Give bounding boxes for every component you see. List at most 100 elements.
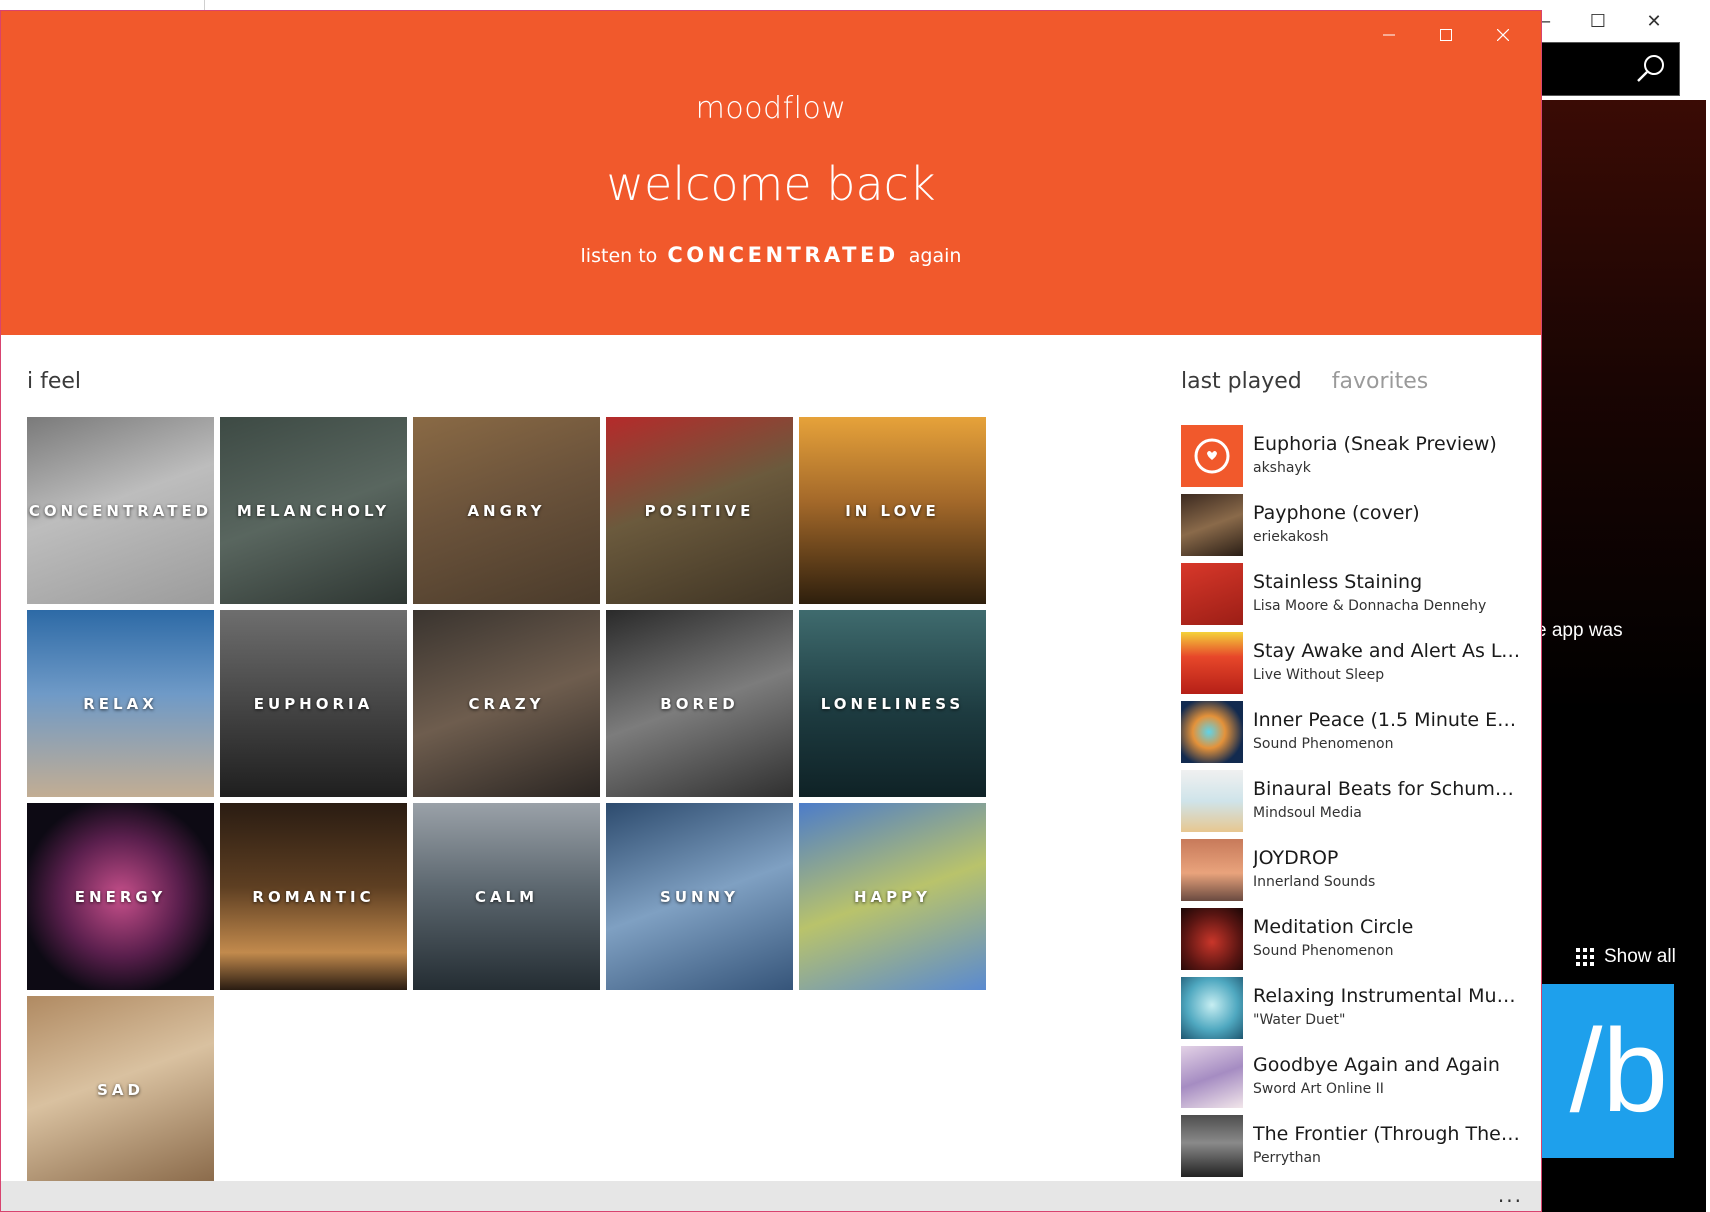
track-artist: Innerland Sounds [1253,874,1376,890]
track-title: Stay Awake and Alert As Lon... [1253,640,1523,662]
listen-mood[interactable]: CONCENTRATED [667,243,898,267]
mood-tile-romantic[interactable]: ROMANTIC [220,803,407,990]
track-artist: Sound Phenomenon [1253,736,1394,752]
track-item[interactable]: Euphoria (Sneak Preview) akshayk [1181,425,1526,494]
maximize-icon [1439,29,1452,41]
mood-tile-relax[interactable]: RELAX [27,610,214,797]
mood-tile-sunny[interactable]: SUNNY [606,803,793,990]
window-controls [1360,13,1531,57]
mood-tile-label: CRAZY [468,694,545,713]
mood-tile-label: IN LOVE [845,501,940,520]
mood-tile-euphoria[interactable]: EUPHORIA [220,610,407,797]
track-thumbnail [1181,908,1243,970]
mood-tile-bored[interactable]: BORED [606,610,793,797]
mood-tile-label: MELANCHOLY [236,501,391,520]
track-artist: Sound Phenomenon [1253,943,1394,959]
mood-tile-label: BORED [660,694,739,713]
listen-again-link[interactable]: listen to CONCENTRATED again [1,243,1541,267]
track-artist: Mindsoul Media [1253,805,1362,821]
mood-tile-label: ROMANTIC [252,887,375,906]
mood-tile-label: HAPPY [853,887,931,906]
more-options-button[interactable]: ... [1498,1183,1523,1207]
track-artist: Live Without Sleep [1253,667,1385,683]
welcome-heading: welcome back [606,157,936,211]
mood-tile-positive[interactable]: POSITIVE [606,417,793,604]
minimize-button[interactable] [1360,13,1417,57]
mood-tile-label: RELAX [83,694,158,713]
search-icon[interactable] [1635,53,1667,85]
mood-tile-label: ENERGY [74,887,167,906]
maximize-icon[interactable]: ☐ [1570,6,1626,36]
track-item[interactable]: Meditation Circle Sound Phenomenon [1181,908,1526,977]
track-thumbnail [1181,425,1243,487]
mood-tile-sad[interactable]: SAD [27,996,214,1183]
track-item[interactable]: Stay Awake and Alert As Lon... Live With… [1181,632,1526,701]
mood-tile-concentrated[interactable]: CONCENTRATED [27,417,214,604]
track-artist: Lisa Moore & Donnacha Dennehy [1253,598,1487,614]
track-tabs: last played favorites [1181,369,1428,394]
mood-tile-label: CALM [474,887,539,906]
app-bar: ... [1,1181,1541,1211]
track-thumbnail [1181,494,1243,556]
track-artist: Sword Art Online II [1253,1081,1384,1097]
track-item[interactable]: JOYDROP Innerland Sounds [1181,839,1526,908]
track-item[interactable]: Goodbye Again and Again Sword Art Online… [1181,1046,1526,1115]
mood-tile-label: ANGRY [467,501,546,520]
track-thumbnail [1181,563,1243,625]
mood-tile-label: SUNNY [660,887,739,906]
track-item[interactable]: Relaxing Instrumental Music... "Water Du… [1181,977,1526,1046]
grid-icon [1576,948,1594,966]
track-item[interactable]: Inner Peace (1.5 Minute Edit) Sound Phen… [1181,701,1526,770]
i-feel-heading: i feel [27,369,82,394]
track-thumbnail [1181,977,1243,1039]
track-title: JOYDROP [1253,847,1339,869]
tab-favorites[interactable]: favorites [1332,369,1429,394]
track-title: Meditation Circle [1253,916,1414,938]
track-artist: Perrythan [1253,1150,1321,1166]
show-all-button[interactable]: Show all [1576,946,1676,968]
moodflow-window: moodflow welcome back listen to CONCENTR… [0,10,1542,1212]
track-title: Relaxing Instrumental Music... [1253,985,1523,1007]
listen-prefix: listen to [580,245,658,267]
mood-tile-label: CONCENTRATED [28,501,213,520]
mood-tile-in-love[interactable]: IN LOVE [799,417,986,604]
last-played-list: Euphoria (Sneak Preview) akshayk Payphon… [1181,425,1526,1184]
close-icon [1496,29,1509,41]
mood-tile-crazy[interactable]: CRAZY [413,610,600,797]
mood-tile-angry[interactable]: ANGRY [413,417,600,604]
track-artist: akshayk [1253,460,1311,476]
maximize-button[interactable] [1417,13,1474,57]
track-title: Binaural Beats for Schumann... [1253,778,1523,800]
track-artist: eriekakosh [1253,529,1329,545]
mood-tile-energy[interactable]: ENERGY [27,803,214,990]
app-logo: moodflow [695,91,847,126]
mood-tile-label: LONELINESS [820,694,965,713]
mood-grid: CONCENTRATED MELANCHOLY ANGRY POSITIVE I… [27,417,986,1183]
track-item[interactable]: Binaural Beats for Schumann... Mindsoul … [1181,770,1526,839]
close-icon[interactable]: ✕ [1626,6,1682,36]
mood-tile-label: EUPHORIA [253,694,374,713]
track-thumbnail [1181,839,1243,901]
header-banner: moodflow welcome back listen to CONCENTR… [1,11,1541,335]
track-thumbnail [1181,632,1243,694]
track-thumbnail [1181,770,1243,832]
track-item[interactable]: The Frontier (Through The K... Perrythan [1181,1115,1526,1184]
track-artist: "Water Duet" [1253,1012,1346,1028]
listen-suffix: again [908,245,962,267]
mood-tile-melancholy[interactable]: MELANCHOLY [220,417,407,604]
track-title: Goodbye Again and Again [1253,1054,1500,1076]
show-all-label: Show all [1604,946,1676,967]
mood-tile-calm[interactable]: CALM [413,803,600,990]
mood-tile-loneliness[interactable]: LONELINESS [799,610,986,797]
track-item[interactable]: Payphone (cover) eriekakosh [1181,494,1526,563]
track-thumbnail [1181,701,1243,763]
background-text-snippet: e app was [1536,620,1623,641]
close-button[interactable] [1474,13,1531,57]
track-item[interactable]: Stainless Staining Lisa Moore & Donnacha… [1181,563,1526,632]
mood-tile-label: SAD [97,1080,144,1099]
tab-last-played[interactable]: last played [1181,369,1302,394]
background-app-tile[interactable]: /b [1540,984,1674,1158]
mood-tile-happy[interactable]: HAPPY [799,803,986,990]
track-title: Payphone (cover) [1253,502,1420,524]
mood-tile-label: POSITIVE [644,501,755,520]
